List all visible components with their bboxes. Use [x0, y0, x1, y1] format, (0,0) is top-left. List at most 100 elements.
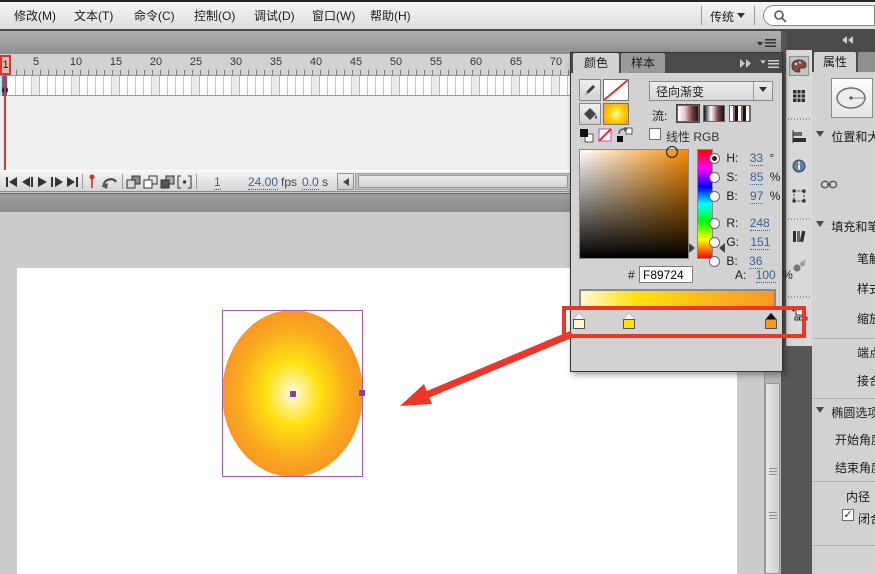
menu-item-modify[interactable]: 修改(M) [10, 7, 60, 25]
current-frame-value[interactable]: 1 [214, 175, 221, 190]
panel-menu-caret-icon[interactable] [756, 41, 764, 49]
oval-primitive-icon [836, 86, 867, 109]
tab-next-clipped[interactable] [858, 52, 875, 72]
hue-value[interactable]: 33 [749, 151, 764, 166]
hue-arrow-left-icon[interactable] [689, 243, 700, 253]
alpha-value[interactable]: 100 [755, 268, 776, 283]
search-box[interactable] [763, 5, 875, 26]
hue-label: H: [726, 151, 739, 165]
fill-color-button[interactable] [579, 103, 601, 125]
onion-outline-button[interactable] [160, 173, 175, 190]
color-panel-menu-icon[interactable] [759, 59, 779, 68]
green-radio[interactable] [709, 237, 720, 248]
panel-divider [813, 481, 875, 482]
section-ellipse-options[interactable]: 椭圆选项 [816, 404, 875, 421]
label-inner-radius: 内径 [846, 490, 871, 504]
stage-vscrollbar-thumb[interactable] [765, 383, 780, 574]
section-fill-stroke[interactable]: 填充和笔触 [816, 218, 875, 235]
ruler-number: 40 [309, 56, 323, 68]
fill-color-swatch[interactable] [603, 103, 629, 125]
color-palette-icon[interactable] [789, 56, 809, 76]
search-icon [774, 10, 787, 23]
brightness-unit: % [769, 189, 781, 203]
onion-skin-button[interactable] [143, 173, 158, 190]
red-value[interactable]: 248 [749, 216, 770, 231]
window-top-edge [0, 0, 875, 2]
panel-flyout-icon[interactable] [739, 59, 753, 68]
info-icon[interactable] [789, 156, 809, 176]
collapse-panels-icon[interactable] [838, 36, 853, 44]
blue-row: B: 36 [709, 254, 763, 269]
step-back-button[interactable] [19, 173, 34, 190]
section-position-size[interactable]: 位置和大小 [816, 128, 875, 145]
hscroll-left-arrow[interactable] [337, 173, 354, 190]
gradient-type-dropdown[interactable]: 径向渐变 [649, 81, 773, 101]
menu-item-debug[interactable]: 调试(D) [250, 7, 299, 25]
flow-repeat-button[interactable] [729, 105, 751, 122]
constrain-link-icon[interactable] [820, 178, 838, 194]
swatches-icon[interactable] [789, 86, 809, 106]
align-icon[interactable] [789, 126, 809, 146]
label-style: 样式 [857, 282, 875, 296]
playhead-line[interactable] [4, 75, 6, 170]
blue-value[interactable]: 36 [749, 254, 763, 269]
brightness-value[interactable]: 97 [750, 189, 764, 204]
tab-color[interactable]: 颜色 [573, 53, 619, 73]
brightness-row: B: 97 % [709, 189, 781, 204]
playhead-indicator[interactable]: 1 [0, 55, 11, 75]
go-first-frame-button[interactable] [4, 173, 19, 190]
ruler-number: 25 [189, 56, 203, 68]
edit-multiple-frames-button[interactable] [177, 173, 192, 190]
saturation-value[interactable]: 85 [750, 170, 764, 185]
saturation-radio[interactable] [709, 172, 720, 183]
menu-item-help[interactable]: 帮助(H) [366, 7, 415, 25]
center-frame-button[interactable] [126, 173, 141, 190]
onion-marker-icon[interactable] [88, 174, 96, 192]
go-last-frame-button[interactable] [64, 173, 79, 190]
no-color-icon[interactable] [598, 128, 612, 145]
stroke-color-button[interactable] [579, 79, 601, 101]
red-radio[interactable] [709, 218, 720, 229]
hue-radio[interactable] [709, 153, 720, 164]
blue-radio[interactable] [709, 256, 720, 267]
hex-color-input[interactable] [639, 266, 693, 283]
stroke-color-swatch[interactable] [603, 79, 629, 101]
tab-swatches[interactable]: 样本 [621, 53, 665, 73]
brightness-label: B: [726, 189, 738, 203]
loop-playback-icon[interactable] [99, 175, 121, 192]
flow-reflect-button[interactable] [703, 105, 725, 122]
gradient-radius-handle[interactable] [359, 390, 365, 396]
menu-item-window[interactable]: 窗口(W) [308, 7, 359, 25]
play-button[interactable] [34, 173, 49, 190]
saturation-brightness-picker[interactable] [579, 149, 689, 259]
default-colors-icon[interactable] [579, 128, 595, 146]
swap-colors-icon[interactable] [616, 127, 633, 146]
library-icon[interactable] [789, 226, 809, 246]
dock-lower-background [786, 346, 812, 574]
chevron-down-icon[interactable] [737, 13, 745, 22]
controls-divider [82, 174, 83, 189]
linear-rgb-checkbox[interactable] [649, 128, 661, 140]
transform-icon[interactable] [789, 186, 809, 206]
menu-item-control[interactable]: 控制(O) [190, 7, 239, 25]
tab-properties[interactable]: 属性 [814, 52, 856, 72]
color-picker-marker[interactable] [666, 146, 678, 158]
workspace-switcher[interactable]: 传统 [710, 8, 734, 25]
flow-extend-button[interactable] [676, 104, 700, 123]
search-input[interactable] [790, 8, 872, 23]
hscrollbar-thumb[interactable] [358, 175, 568, 188]
brightness-radio[interactable] [709, 191, 720, 202]
ruler-number: 10 [69, 56, 83, 68]
label-start-angle: 开始角度 [835, 433, 875, 447]
red-label: R: [726, 216, 739, 230]
alpha-unit: % [782, 268, 793, 282]
green-value[interactable]: 151 [750, 235, 771, 250]
red-row: R: 248 [709, 216, 770, 231]
step-forward-button[interactable] [49, 173, 64, 190]
menu-item-text[interactable]: 文本(T) [70, 7, 117, 25]
close-path-checkbox[interactable]: ✓ [842, 509, 854, 521]
frame-rate-value[interactable]: 24.00 [248, 175, 279, 190]
menu-item-command[interactable]: 命令(C) [130, 7, 179, 25]
gradient-center-handle[interactable] [290, 391, 296, 397]
panel-menu-icon[interactable] [765, 39, 776, 47]
